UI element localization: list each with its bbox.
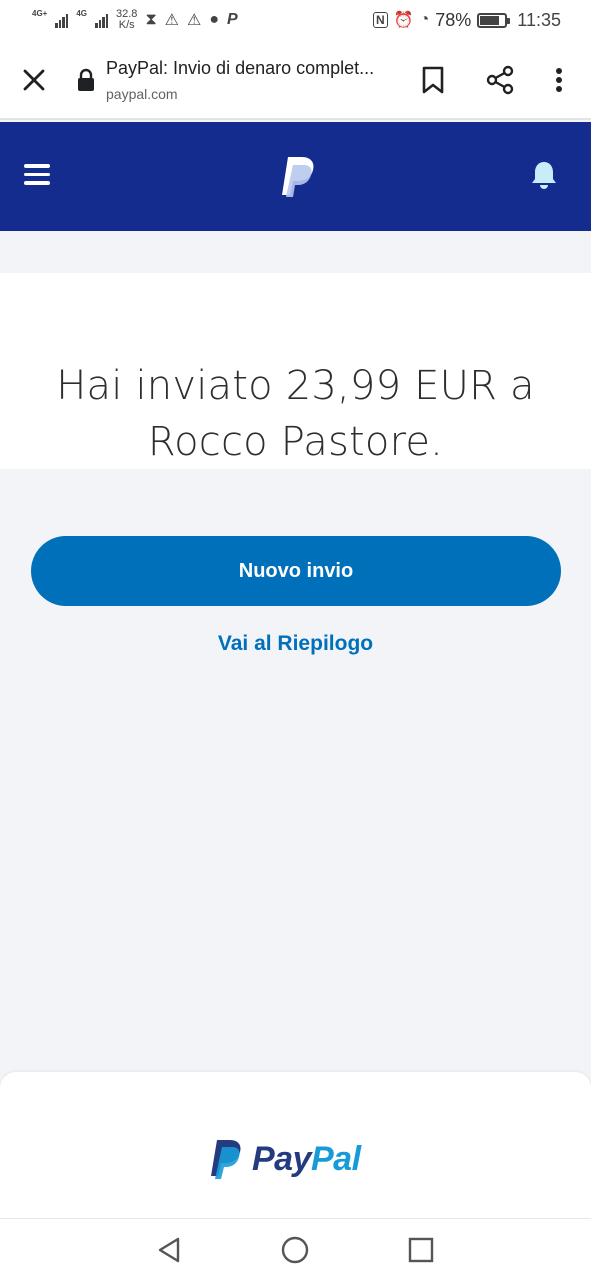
chat-icon: ●: [209, 11, 220, 28]
warning-icon: ⚠: [164, 12, 180, 29]
recents-icon[interactable]: [406, 1235, 436, 1265]
paypal-notification-icon: P: [227, 11, 238, 28]
clock: 11:35: [517, 9, 561, 30]
top-spacer: [0, 231, 591, 273]
new-send-button[interactable]: Nuovo invio: [31, 536, 561, 606]
network-type-label: 4G+: [32, 9, 48, 18]
android-nav-bar: [0, 1218, 591, 1280]
network-type-label-2: 4G: [76, 9, 88, 18]
bell-icon[interactable]: [530, 159, 558, 191]
status-bar: 4G+ 4G 32.8 K/s ⧗ ⚠ ⚠ ● P N ⏰ ◔ 78% 11:35: [0, 0, 591, 40]
footer: PayPal: [0, 1072, 591, 1218]
battery-icon: [477, 12, 511, 28]
hourglass-icon: ⧗: [145, 11, 157, 28]
summary-link[interactable]: Vai al Riepilogo: [0, 632, 591, 656]
paypal-header: [0, 122, 591, 231]
page-url[interactable]: paypal.com: [106, 86, 178, 102]
paypal-logo-mark[interactable]: [278, 155, 318, 199]
warning-icon-2: ⚠: [187, 12, 202, 29]
paypal-footer-mark-icon: [211, 1140, 241, 1179]
home-icon[interactable]: [280, 1235, 310, 1265]
back-icon[interactable]: [154, 1235, 184, 1265]
status-right: N ⏰ ◔ 78% 11:35: [372, 9, 561, 31]
lock-icon: [76, 68, 96, 92]
status-left: 4G+ 4G 32.8 K/s ⧗ ⚠ ⚠ ● P: [32, 9, 238, 31]
hamburger-icon[interactable]: [24, 164, 54, 188]
alarm-icon: ⏰: [393, 12, 414, 29]
speedometer-icon: ◔: [419, 11, 430, 28]
close-icon[interactable]: [18, 64, 50, 96]
share-icon[interactable]: [484, 64, 516, 96]
signal-icon: [55, 12, 69, 28]
bookmark-icon[interactable]: [420, 64, 446, 96]
nfc-icon: N: [372, 12, 388, 28]
confirmation-message: Hai inviato 23,99 EUR a Rocco Pastore.: [56, 363, 535, 465]
network-speed: 32.8 K/s: [116, 8, 138, 31]
paypal-footer-logo[interactable]: PayPal: [208, 1138, 361, 1180]
page-title: PayPal: Invio di denaro complet...: [106, 58, 375, 78]
battery-percent: 78%: [435, 9, 472, 30]
signal-icon-2: [95, 12, 109, 28]
browser-toolbar: PayPal: Invio di denaro complet... paypa…: [0, 40, 591, 120]
more-vert-icon[interactable]: [548, 64, 570, 96]
paypal-wordmark: PayPal: [252, 1139, 361, 1178]
